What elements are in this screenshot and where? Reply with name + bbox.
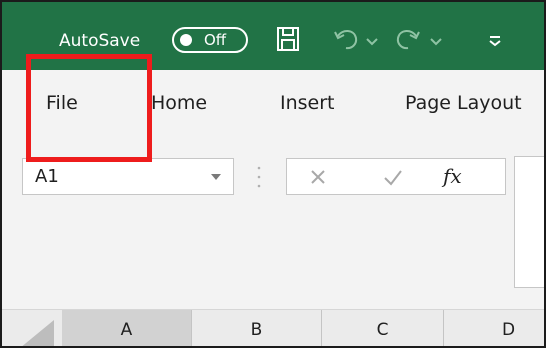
formula-input[interactable]	[514, 156, 544, 288]
column-header-b[interactable]: B	[192, 310, 322, 346]
ribbon-tabs: File Home Insert Page Layout	[2, 70, 544, 140]
chevron-down-icon[interactable]	[362, 24, 382, 54]
column-headers: A B C D	[2, 309, 544, 346]
formula-bar: A1 fx	[2, 140, 544, 312]
save-icon[interactable]	[272, 24, 304, 54]
autosave-state: Off	[204, 31, 227, 49]
close-icon[interactable]	[309, 168, 327, 186]
tab-insert[interactable]: Insert	[280, 92, 335, 114]
chevron-down-icon[interactable]	[426, 24, 446, 54]
grip-icon[interactable]	[256, 162, 262, 192]
name-box[interactable]: A1	[22, 158, 234, 195]
tab-page-layout[interactable]: Page Layout	[405, 92, 522, 114]
check-icon[interactable]	[383, 168, 403, 186]
autosave-label: AutoSave	[59, 31, 141, 51]
name-box-value: A1	[35, 166, 59, 187]
select-all-button[interactable]	[2, 310, 62, 346]
autosave-toggle[interactable]: Off	[172, 27, 248, 53]
undo-icon[interactable]	[330, 24, 362, 54]
chevron-down-icon[interactable]	[209, 171, 223, 183]
formula-buttons: fx	[286, 158, 506, 195]
column-header-d[interactable]: D	[444, 310, 544, 346]
tab-file[interactable]: File	[46, 92, 78, 114]
redo-icon[interactable]	[392, 24, 424, 54]
column-header-a[interactable]: A	[62, 310, 192, 346]
toggle-knob	[180, 34, 192, 46]
quick-access-toolbar: AutoSave Off	[2, 2, 544, 70]
excel-window: AutoSave Off File Home Insert Page Layou…	[0, 0, 546, 348]
select-all-icon	[22, 320, 54, 346]
insert-function-icon[interactable]: fx	[443, 163, 462, 189]
customize-qat-icon[interactable]	[486, 24, 504, 54]
tab-home[interactable]: Home	[151, 92, 207, 114]
column-header-c[interactable]: C	[322, 310, 444, 346]
